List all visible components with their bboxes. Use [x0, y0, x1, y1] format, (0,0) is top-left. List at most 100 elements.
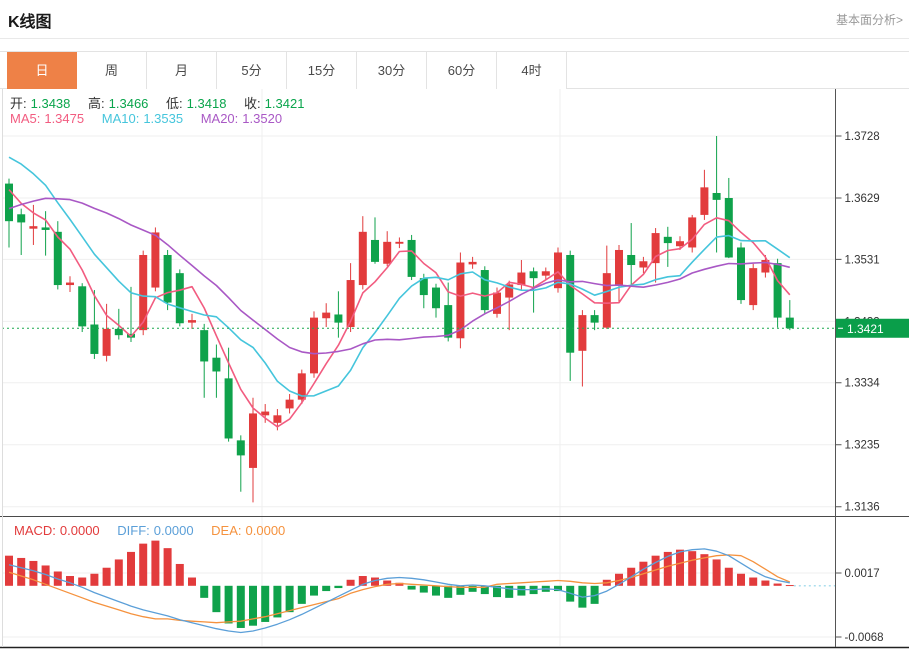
- macd-bar: [225, 586, 233, 624]
- macd-bar: [322, 586, 330, 591]
- macd-axis-label: -0.0068: [845, 632, 884, 644]
- candle-body: [713, 193, 721, 200]
- candle-body: [78, 286, 86, 326]
- candle-body: [774, 263, 782, 317]
- candle-body: [225, 378, 233, 438]
- candle-body: [493, 293, 501, 314]
- macd-bar: [761, 581, 769, 586]
- candle-body: [530, 271, 538, 278]
- candle-body: [469, 262, 477, 265]
- diff-label: DIFF:: [117, 523, 150, 538]
- candle-body: [481, 270, 489, 310]
- macd-bar: [286, 586, 294, 612]
- candle-body: [688, 217, 696, 247]
- dea-value: 0.0000: [246, 523, 286, 538]
- candle-body: [310, 318, 318, 374]
- candle-body: [66, 283, 74, 286]
- low-value: 1.3418: [187, 96, 227, 111]
- macd-bar: [200, 586, 208, 598]
- macd-bar: [505, 586, 513, 598]
- macd-bar: [408, 586, 416, 590]
- candle-body: [700, 187, 708, 215]
- ma10-value: 1.3535: [143, 111, 183, 126]
- candle-body: [737, 247, 745, 300]
- candle-body: [383, 242, 391, 264]
- candle-body: [115, 329, 123, 335]
- open-value: 1.3438: [31, 96, 71, 111]
- macd-readout: MACD:0.0000 DIFF:0.0000 DEA:0.0000: [14, 523, 289, 538]
- ma5-line: [9, 190, 790, 427]
- last-price-tag-text: 1.3421: [847, 322, 884, 336]
- close-label: 收:: [244, 96, 261, 111]
- candle-body: [103, 329, 111, 356]
- ma10-line: [9, 157, 790, 396]
- price-axis-label: 1.3334: [845, 378, 881, 390]
- low-label: 低:: [166, 96, 183, 111]
- macd-bar: [17, 558, 25, 586]
- high-label: 高:: [88, 96, 105, 111]
- macd-bar: [676, 550, 684, 586]
- macd-bar: [78, 578, 86, 586]
- dea-label: DEA:: [211, 523, 241, 538]
- candle-body: [249, 413, 257, 467]
- macd-bar: [298, 586, 306, 604]
- macd-bar: [139, 544, 147, 586]
- macd-bar: [786, 585, 794, 586]
- candle-body: [566, 255, 574, 353]
- candle-body: [151, 232, 159, 287]
- candle-body: [273, 415, 281, 423]
- candle-body: [42, 227, 50, 230]
- candle-body: [395, 242, 403, 244]
- ma5-label: MA5:: [10, 111, 40, 126]
- price-axis-label: 1.3235: [845, 440, 880, 452]
- macd-bar: [90, 574, 98, 586]
- candle-body: [371, 240, 379, 262]
- macd-bar: [127, 552, 135, 586]
- candle-body: [29, 226, 37, 229]
- candle-body: [322, 313, 330, 319]
- candle-body: [212, 358, 220, 372]
- close-value: 1.3421: [265, 96, 305, 111]
- candle-body: [749, 268, 757, 305]
- candle-body: [237, 440, 245, 455]
- candle-body: [578, 315, 586, 351]
- candle-body: [432, 288, 440, 309]
- macd-bar: [749, 578, 757, 586]
- ma-readout: MA5:1.3475 MA10:1.3535 MA20:1.3520: [10, 111, 286, 126]
- macd-bar: [713, 559, 721, 585]
- ohlc-readout: 开:1.3438 高:1.3466 低:1.3418 收:1.3421: [10, 93, 308, 112]
- macd-bar: [188, 578, 196, 586]
- ma5-value: 1.3475: [44, 111, 84, 126]
- macd-value: 0.0000: [60, 523, 100, 538]
- candle-body: [444, 305, 452, 338]
- candle-body: [286, 400, 294, 409]
- candle-body: [176, 273, 184, 323]
- diff-line: [9, 549, 790, 633]
- ma20-label: MA20:: [201, 111, 239, 126]
- price-axis-label: 1.3531: [845, 254, 880, 266]
- candle-body: [627, 255, 635, 265]
- kline-page: K线图 基本面分析> 日周月5分15分30分60分4时 1.37281.3629…: [0, 0, 909, 650]
- macd-bar: [310, 586, 318, 596]
- candle-body: [359, 232, 367, 285]
- macd-bar: [176, 564, 184, 586]
- macd-bar: [164, 548, 172, 586]
- candle-body: [676, 241, 684, 246]
- macd-bar: [212, 586, 220, 612]
- candle-body: [17, 214, 25, 222]
- candle-body: [725, 198, 733, 257]
- diff-value: 0.0000: [154, 523, 194, 538]
- candle-body: [639, 261, 647, 267]
- candle-body: [615, 250, 623, 285]
- macd-bar: [29, 561, 37, 586]
- candle-body: [188, 320, 196, 323]
- macd-bar: [517, 586, 525, 596]
- macd-bar: [334, 586, 342, 588]
- candle-body: [139, 255, 147, 330]
- macd-bar: [5, 556, 13, 586]
- macd-bar: [347, 580, 355, 586]
- candle-body: [652, 233, 660, 263]
- candle-body: [591, 315, 599, 323]
- macd-bar: [151, 541, 159, 586]
- ma10-label: MA10:: [102, 111, 140, 126]
